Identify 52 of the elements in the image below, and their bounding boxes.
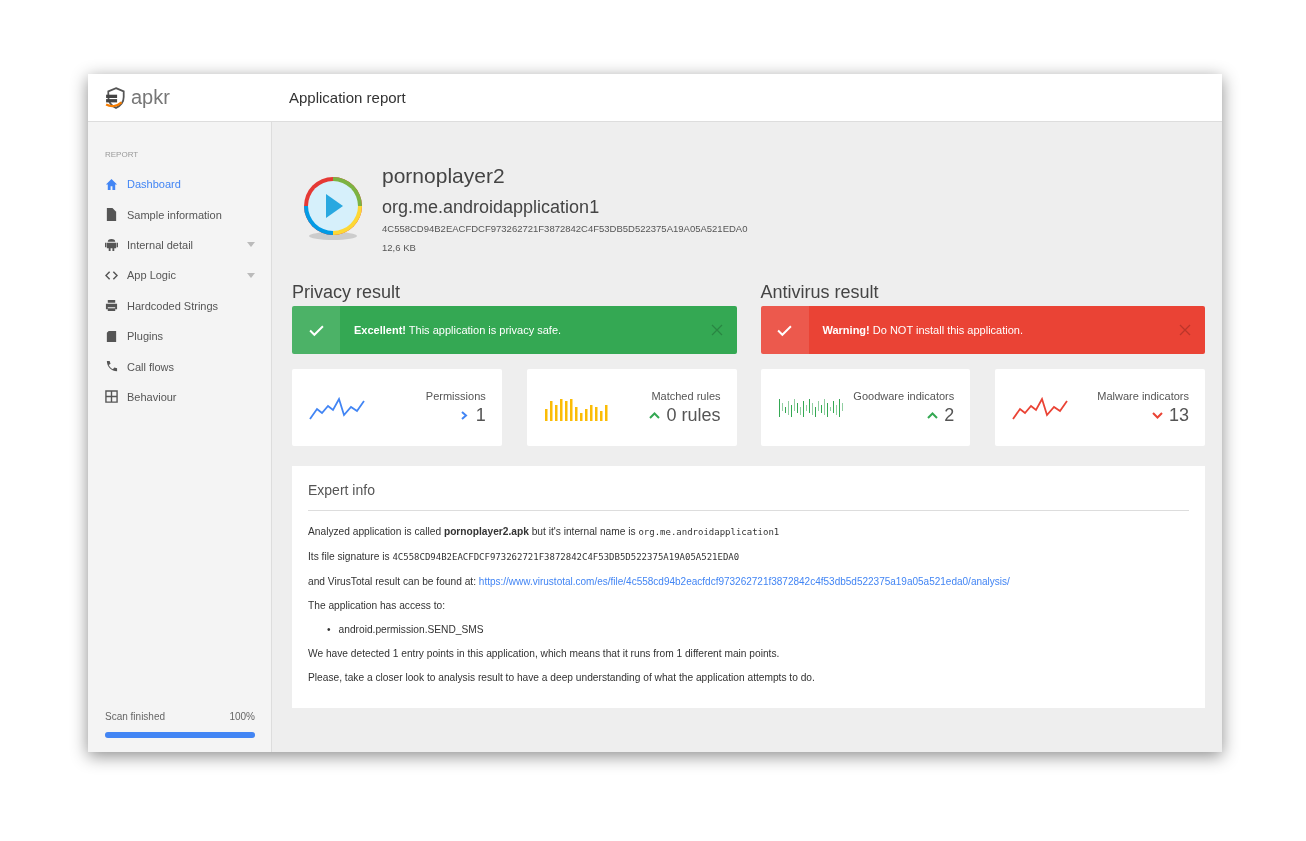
list-item: android.permission.SEND_SMS [338,623,484,636]
paragraph: Please, take a closer look to analysis result to have a deep understanding of what the application attempts to do. [308,671,816,684]
paragraph: and VirusTotal result can be found at: https://www.virustotal.com/es/file/4c558cd94b2eacfdcf973262721f3872842c4f53db5d522375a19a05a521eda0/analysis/ [308,575,1011,588]
sidebar-item[interactable]: Behaviour [105,381,271,413]
card-title: Expert info [308,482,1189,511]
paragraph: The application has access to: [308,599,447,612]
printer-icon [105,299,118,313]
sidebar-item[interactable]: Plugins [105,320,271,352]
stat-label: Permissions [425,389,486,402]
logo-text: apkr [131,86,170,109]
play-button-icon [302,176,364,242]
chevron-up-icon [649,410,661,420]
file-hash: 4C558CD94B2EACFDCF973262721F3872842C4F53DB5D522375A19A05A521EDA0 [382,223,748,234]
phone-icon [105,360,118,374]
chevron-up-icon [927,410,939,420]
grid-icon [105,390,118,404]
stat-label: Goodware indicators [853,389,955,402]
package-name: org.me.androidapplication1 [382,197,601,218]
stat-label: Malware indicators [1097,389,1189,402]
section-title: Antivirus result [760,281,880,304]
sidebar-item[interactable]: Call flows [105,351,271,382]
paragraph: We have detected 1 entry points in this application, which means that it runs from 1 different main points. [308,647,781,660]
stat-value: 0 rules [666,404,721,426]
document-icon [105,208,118,222]
close-icon[interactable] [1179,324,1191,336]
shield-logo-icon [105,86,127,109]
close-icon[interactable] [710,324,723,336]
android-icon [105,238,118,252]
file-size: 12,6 KB [382,242,417,253]
sidebar-item[interactable]: App Logic [105,260,271,291]
stat-label: Matched rules [651,389,721,402]
sidebar-item[interactable]: Internal detail [105,229,271,261]
link[interactable]: https://www.virustotal.com/es/file/4c558cd94b2eacfdcf973262721f3872842c4f53db5d522375a19a05a521eda0/analysis/ [478,576,1010,587]
app-name: pornoplayer2 [382,163,506,189]
section-label: REPORT [105,150,140,159]
page-title: Application report [288,89,406,106]
progress-reading: 100% [229,711,255,722]
stat-value: 1 [475,404,486,426]
alert-message: Excellent! This application is privacy safe. [353,324,563,336]
stat-value: 13 [1168,404,1189,426]
sd-card-icon [105,329,118,343]
progress-label: Scan finished [105,711,166,722]
stat-value: 2 [944,404,955,426]
section-title: Privacy result [292,281,402,304]
paragraph: Its file signature is 4C558CD94B2EACFDCF973262721F3872842C4F53DB5D522375A19A05A521EDA0 [308,550,741,564]
bullet: • [327,623,331,636]
sidebar-item[interactable]: Sample information [105,199,271,230]
alert-message: Warning! Do NOT install this application. [821,324,1024,336]
chevron-down-icon [1151,410,1163,420]
home-icon [105,177,118,191]
paragraph: Analyzed application is called pornoplayer2.apk but it's internal name is org.me.androidapplication1 [308,525,781,539]
sidebar-item[interactable]: Hardcoded Strings [105,290,271,321]
